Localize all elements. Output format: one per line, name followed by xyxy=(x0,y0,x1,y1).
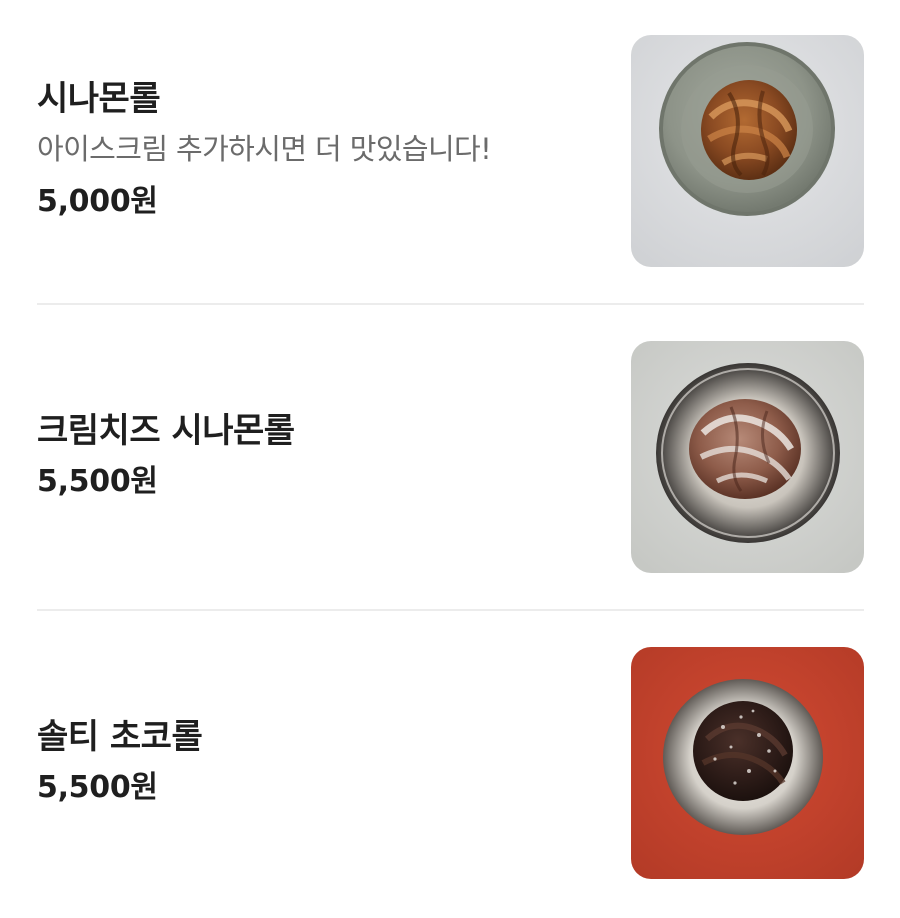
menu-item-cream-cheese-cinnamon-roll[interactable]: 크림치즈 시나몬롤 5,500원 xyxy=(0,306,900,612)
cinnamon-roll-photo xyxy=(631,35,864,267)
menu-item-price: 5,500원 xyxy=(37,464,158,499)
divider xyxy=(37,609,864,611)
menu-item-price: 5,500원 xyxy=(37,770,158,805)
menu-item-cinnamon-roll[interactable]: 시나몬롤 아이스크림 추가하시면 더 맛있습니다! 5,000원 xyxy=(0,0,900,306)
salty-choco-roll-photo xyxy=(631,647,864,879)
menu-item-salty-choco-roll[interactable]: 솔티 초코롤 5,500원 xyxy=(0,612,900,918)
menu-list: 시나몬롤 아이스크림 추가하시면 더 맛있습니다! 5,000원 크림치즈 시나… xyxy=(0,0,900,915)
menu-item-description: 아이스크림 추가하시면 더 맛있습니다! xyxy=(37,132,492,166)
menu-item-name: 크림치즈 시나몬롤 xyxy=(37,411,295,451)
menu-item-name: 시나몬롤 xyxy=(37,79,161,119)
cream-cheese-cinnamon-roll-photo xyxy=(631,341,864,573)
menu-item-info: 솔티 초코롤 5,500원 xyxy=(37,648,597,880)
menu-item-info: 크림치즈 시나몬롤 5,500원 xyxy=(37,342,597,574)
menu-item-name: 솔티 초코롤 xyxy=(37,717,203,757)
divider xyxy=(37,303,864,305)
menu-item-price: 5,000원 xyxy=(37,184,158,219)
menu-item-info: 시나몬롤 아이스크림 추가하시면 더 맛있습니다! 5,000원 xyxy=(37,36,597,268)
